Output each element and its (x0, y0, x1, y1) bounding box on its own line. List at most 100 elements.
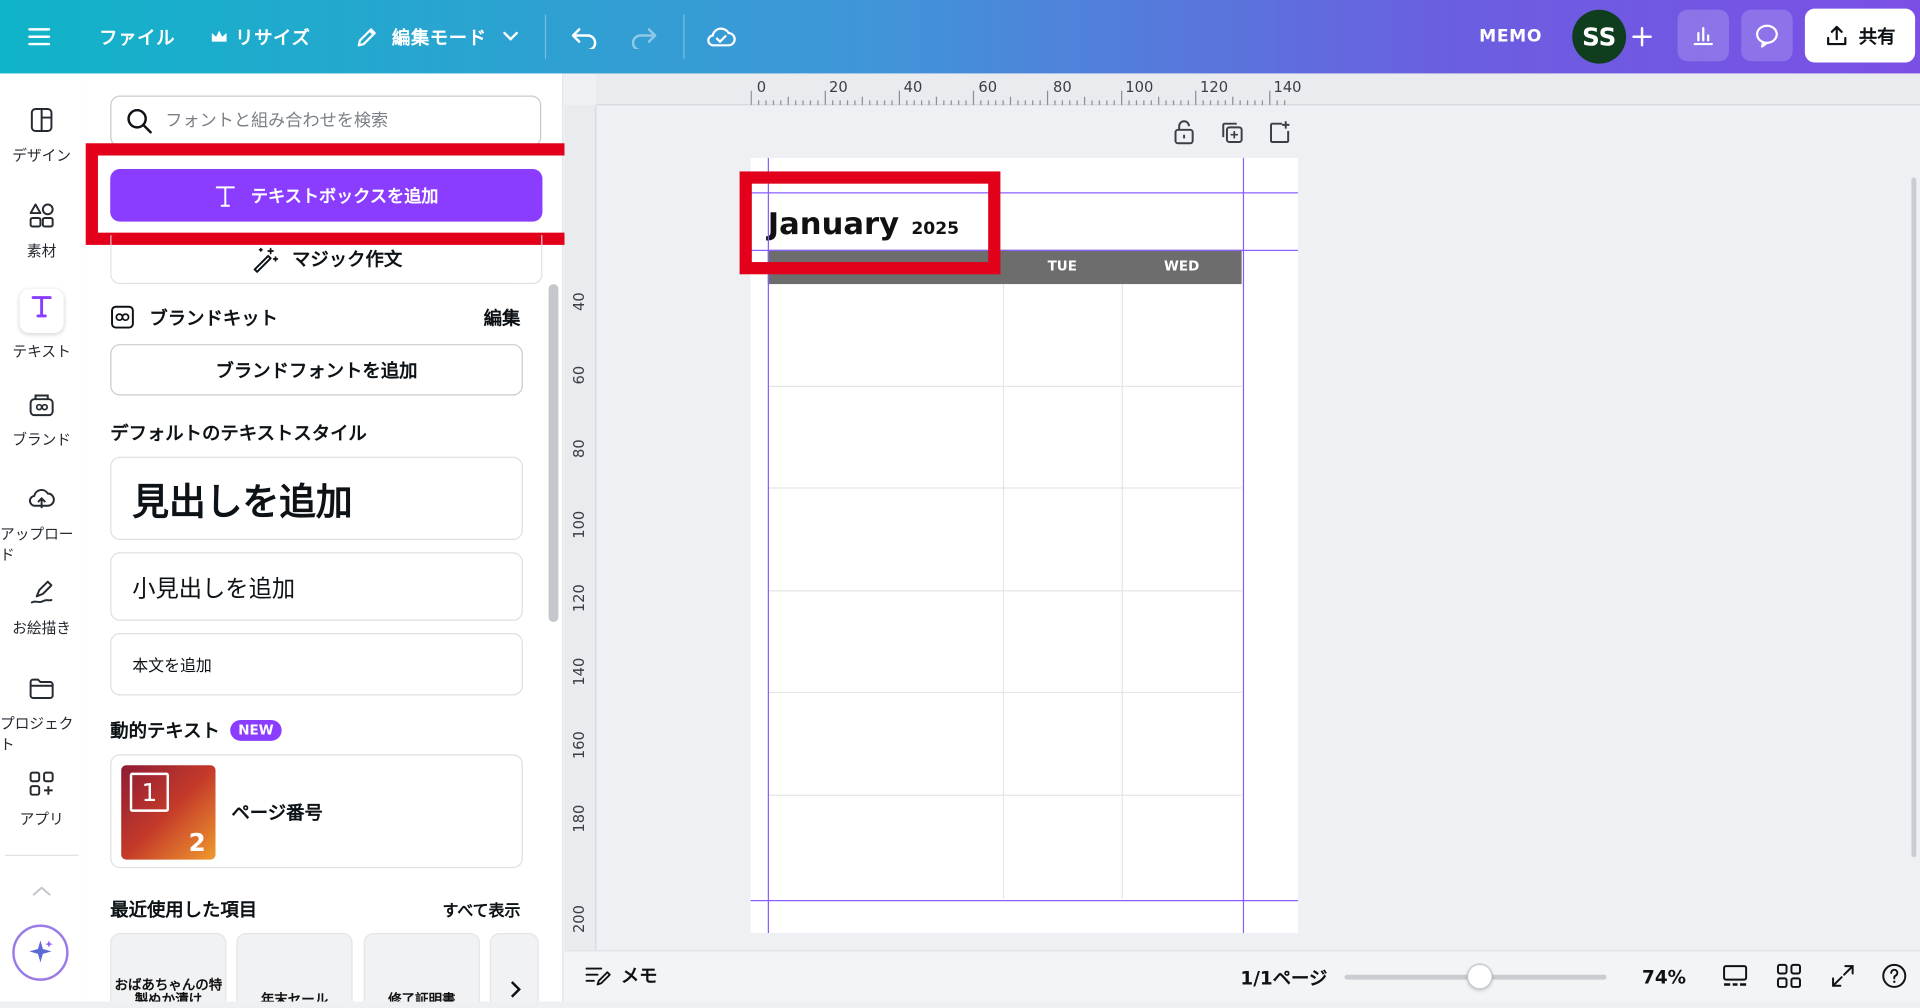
grid-line (767, 794, 1242, 796)
duplicate-page-button[interactable] (1217, 118, 1246, 147)
file-menu[interactable]: ファイル (99, 0, 175, 73)
text-icon (31, 296, 52, 318)
font-search-box[interactable] (110, 95, 542, 147)
recent-item[interactable]: 年末セール (236, 933, 353, 1002)
rail-item-upload[interactable]: アップロード (0, 484, 83, 565)
recent-item[interactable]: おばあちゃんの特製ぬか漬け (110, 933, 227, 1002)
hamburger-icon (28, 28, 51, 46)
ruler-label: 140 (570, 657, 588, 686)
comments-button[interactable] (1741, 9, 1793, 62)
text-icon-box (19, 288, 64, 334)
brand-kit-edit-link[interactable]: 編集 (484, 304, 521, 330)
share-button[interactable]: 共有 (1804, 8, 1916, 63)
ruler-label: 120 (570, 584, 588, 613)
chevron-up-icon (32, 886, 51, 896)
dynamic-text-heading: 動的テキスト (110, 720, 220, 743)
page-view-icon (1723, 965, 1748, 986)
lock-button[interactable] (1169, 118, 1198, 147)
recent-heading-row: 最近使用した項目 すべて表示 (110, 896, 520, 922)
help-icon (1882, 963, 1907, 988)
page-number-card[interactable]: 1 2 ページ番号 (110, 754, 523, 869)
page-indicator[interactable]: 1/1ページ (1240, 965, 1327, 991)
rail-item-text[interactable]: テキスト (0, 288, 83, 361)
guide-line (1242, 157, 1245, 934)
ruler-label: 20 (828, 78, 848, 96)
zoom-slider-handle[interactable] (1466, 963, 1493, 990)
rail-item-brand[interactable]: ブランド (0, 389, 83, 449)
toolbar-divider (683, 14, 685, 59)
page-number-thumb-1: 1 (129, 772, 169, 812)
upload-share-icon (1827, 25, 1847, 46)
add-page-button[interactable] (1265, 118, 1294, 147)
add-heading-button[interactable]: 見出しを追加 (110, 456, 523, 541)
grid-view-button[interactable] (1776, 962, 1803, 994)
magic-pen-icon (254, 247, 279, 273)
duplicate-icon (1222, 122, 1243, 144)
design-icon (30, 108, 53, 133)
upload-icon (28, 489, 55, 509)
memo-title[interactable]: MEMO (1479, 0, 1542, 73)
panel-scrollbar[interactable] (548, 284, 559, 623)
brand-kit-row: ブランドキット 編集 (110, 304, 523, 331)
add-body-text-button[interactable]: 本文を追加 (110, 633, 523, 696)
side-rail: デザイン 素材 テキスト ブランド アップロード お絵描き プロジェクト アプリ (0, 73, 84, 1002)
vertical-ruler[interactable]: 40 60 80 100 120 140 160 180 200 (564, 105, 597, 951)
highlight-box-add-textbox (85, 143, 581, 245)
grid-line (767, 590, 1242, 592)
invite-button[interactable] (1631, 0, 1653, 73)
help-button[interactable] (1881, 962, 1908, 994)
rail-item-draw[interactable]: お絵描き (0, 578, 83, 638)
day-header-tue: TUE (1047, 258, 1077, 275)
top-toolbar: ファイル リサイズ 編集モード MEMO SS 共有 (0, 0, 1920, 74)
menu-button[interactable] (27, 0, 51, 73)
undo-button[interactable] (569, 0, 598, 73)
plus-icon (1632, 26, 1652, 47)
recent-item[interactable]: 修了証明書 (363, 933, 481, 1002)
add-subheading-button[interactable]: 小見出しを追加 (110, 552, 523, 621)
grid-line (767, 691, 1242, 694)
magic-write-button[interactable]: マジック作文 (110, 235, 543, 285)
page-view-button[interactable] (1722, 962, 1749, 994)
insights-button[interactable] (1677, 9, 1729, 62)
show-all-link[interactable]: すべて表示 (443, 898, 521, 920)
font-search-input[interactable] (165, 111, 521, 132)
elements-icon (29, 203, 54, 228)
edit-mode-dropdown[interactable]: 編集モード (355, 0, 518, 73)
add-brand-font-button[interactable]: ブランドフォントを追加 (110, 344, 523, 396)
magic-assistant-button[interactable] (12, 924, 69, 981)
calendar-grid[interactable] (767, 284, 1242, 899)
crown-icon (211, 30, 227, 42)
canvas-scrollbar[interactable] (1911, 177, 1917, 858)
fullscreen-button[interactable] (1829, 962, 1856, 994)
highlight-box-calendar-title (739, 171, 1001, 275)
toolbar-divider (544, 14, 547, 59)
redo-button[interactable] (629, 0, 658, 73)
rail-item-apps[interactable]: アプリ (0, 769, 83, 829)
rail-item-elements[interactable]: 素材 (0, 201, 83, 261)
notes-icon (585, 966, 611, 985)
recent-heading: 最近使用した項目 (110, 898, 258, 921)
redo-icon (631, 28, 657, 49)
draw-icon (30, 580, 53, 604)
rail-item-design[interactable]: デザイン (0, 105, 83, 165)
zoom-percent[interactable]: 74% (1642, 966, 1686, 988)
page-number-label: ページ番号 (231, 802, 323, 825)
ruler-label: 80 (570, 439, 588, 458)
chevron-down-icon (502, 31, 518, 41)
default-styles-heading: デフォルトのテキストスタイル (110, 422, 367, 445)
notes-button[interactable]: メモ (584, 962, 658, 988)
grid-view-icon (1776, 963, 1801, 988)
brand-kit-heading: ブランドキット (149, 306, 278, 329)
page-number-thumbnail: 1 2 (121, 765, 216, 860)
horizontal-ruler[interactable]: 0 20 40 60 80 100 120 140 (596, 73, 1920, 106)
ruler-label: 200 (570, 905, 588, 934)
resize-button[interactable]: リサイズ (211, 0, 311, 73)
rail-item-projects[interactable]: プロジェクト (0, 673, 83, 754)
ruler-label: 180 (570, 804, 588, 833)
ruler-label: 140 (1273, 78, 1302, 96)
avatar[interactable]: SS (1572, 9, 1627, 64)
ruler-label: 60 (978, 78, 998, 96)
chevron-right-icon[interactable] (508, 980, 523, 1000)
cloud-save-status[interactable] (705, 0, 737, 73)
day-header-wed: WED (1164, 258, 1200, 275)
